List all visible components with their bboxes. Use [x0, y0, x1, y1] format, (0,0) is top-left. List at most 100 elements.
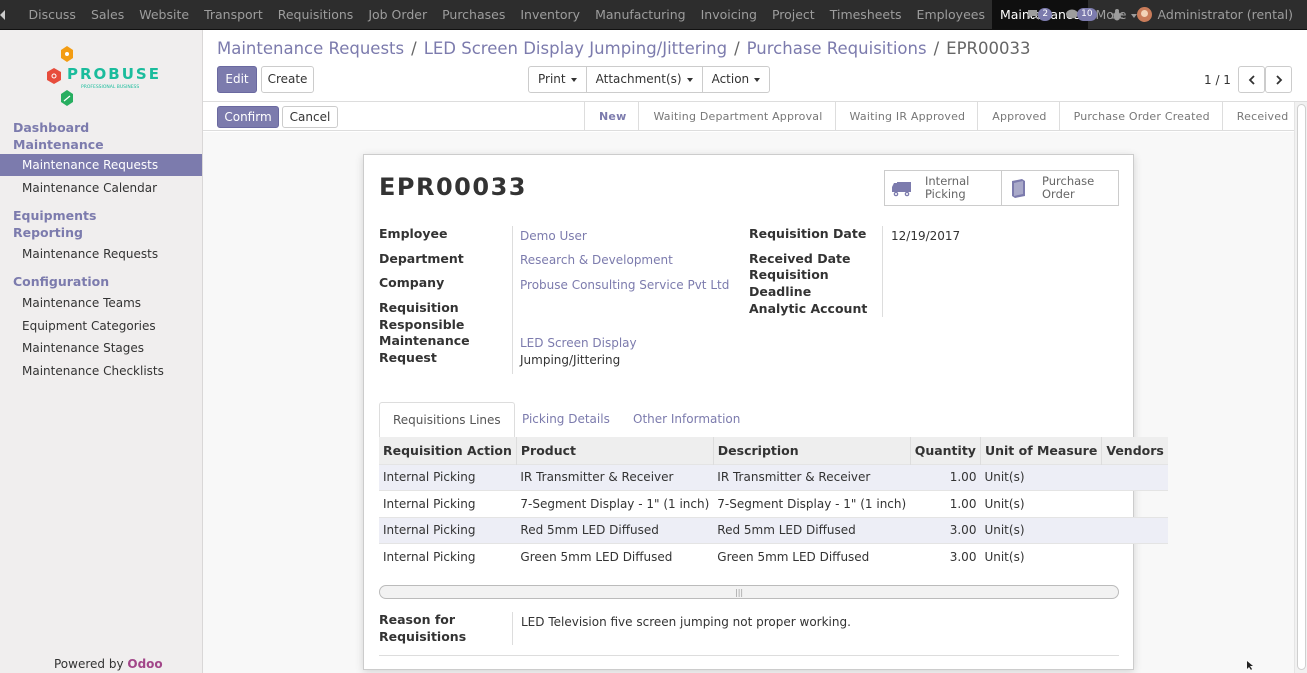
stage-pipeline: New Waiting Department Approval Waiting …	[584, 102, 1300, 131]
maintenance-request-label: Maintenance Request	[379, 333, 470, 366]
chat-button[interactable]: 2	[1027, 8, 1053, 21]
menu-invoicing[interactable]: Invoicing	[693, 0, 764, 29]
stage-approved[interactable]: Approved	[977, 102, 1058, 131]
debug-button[interactable]	[1110, 8, 1123, 21]
requisition-date-field[interactable]: 12/19/2017	[891, 228, 960, 245]
employee-field[interactable]: Demo User	[520, 228, 587, 245]
reason-label-line2: Requisitions	[379, 628, 467, 644]
vertical-scrollbar[interactable]	[1294, 102, 1307, 673]
chevron-down-icon	[754, 77, 761, 82]
action-label: Action	[711, 72, 750, 86]
field-divider	[512, 612, 513, 645]
menu-manufacturing[interactable]: Manufacturing	[588, 0, 694, 29]
menu-timesheets[interactable]: Timesheets	[822, 0, 909, 29]
scrollbar-thumb[interactable]	[1297, 104, 1306, 670]
breadcrumb-purchase-requisitions[interactable]: Purchase Requisitions	[747, 39, 927, 58]
menu-project[interactable]: Project	[764, 0, 822, 29]
activity-button[interactable]: 10	[1066, 8, 1097, 21]
odoo-link[interactable]: Odoo	[127, 657, 162, 671]
attachments-dropdown[interactable]: Attachment(s)	[587, 67, 703, 92]
create-button[interactable]: Create	[261, 66, 314, 93]
maintenance-request-field[interactable]: LED Screen Display Jumping/Jittering	[520, 335, 637, 369]
stage-new[interactable]: New	[584, 102, 638, 131]
sidebar-item-equipment-categories[interactable]: Equipment Categories	[0, 315, 202, 337]
column-vendors[interactable]: Vendors	[1101, 437, 1168, 464]
section-maintenance[interactable]: Maintenance	[13, 136, 104, 153]
breadcrumb-maintenance-requests[interactable]: Maintenance Requests	[217, 39, 404, 58]
tab-picking-details[interactable]: Picking Details	[509, 402, 623, 438]
form-sheet: EPR00033 Internal Picking Purchase Order E…	[363, 154, 1168, 670]
section-dashboard[interactable]: Dashboard	[13, 119, 89, 136]
sidebar-item-maintenance-teams[interactable]: Maintenance Teams	[0, 292, 202, 314]
confirm-button[interactable]: Confirm	[217, 106, 279, 128]
section-configuration[interactable]: Configuration	[13, 273, 109, 290]
company-label: Company	[379, 275, 445, 290]
action-dropdown[interactable]: Action	[703, 67, 770, 92]
table-row[interactable]: Internal Picking Green 5mm LED Diffused …	[379, 543, 1168, 570]
department-field[interactable]: Research & Development	[520, 252, 673, 269]
column-description[interactable]: Description	[713, 437, 911, 464]
internal-picking-button[interactable]: Internal Picking	[885, 171, 1002, 205]
edit-button[interactable]: Edit	[217, 66, 257, 93]
menu-requisitions[interactable]: Requisitions	[270, 0, 361, 29]
stage-waiting-ir-approved[interactable]: Waiting IR Approved	[834, 102, 978, 131]
cell-requisition-action: Internal Picking	[379, 463, 517, 491]
smart-buttons: Internal Picking Purchase Order	[884, 170, 1119, 206]
menu-transport[interactable]: Transport	[197, 0, 271, 29]
stage-waiting-department-approval[interactable]: Waiting Department Approval	[638, 102, 834, 131]
table-row[interactable]: Internal Picking Red 5mm LED Diffused Re…	[379, 516, 1168, 544]
logo-subtext: PROFESSIONAL BUSINESS	[81, 84, 139, 90]
reason-field[interactable]: LED Television five screen jumping not p…	[521, 614, 851, 631]
company-logo: PROBUSE PROFESSIONAL BUSINESS	[47, 46, 159, 106]
column-requisition-action[interactable]: Requisition Action	[379, 437, 517, 464]
menu-website[interactable]: Website	[132, 0, 197, 29]
chevron-right-icon	[1275, 75, 1282, 85]
requisition-deadline-label-line1: Requisition	[749, 267, 829, 282]
maintenance-request-label-line1: Maintenance	[379, 333, 470, 348]
pager-previous[interactable]	[1238, 66, 1265, 93]
horizontal-scrollbar[interactable]: |||	[379, 585, 1119, 599]
menu-discuss[interactable]: Discuss	[21, 0, 83, 29]
attachments-label: Attachment(s)	[595, 72, 682, 86]
column-unit-of-measure[interactable]: Unit of Measure	[980, 437, 1103, 464]
stage-purchase-order-created[interactable]: Purchase Order Created	[1058, 102, 1222, 131]
column-quantity[interactable]: Quantity	[910, 437, 981, 464]
maintenance-request-value-line2[interactable]: Jumping/Jittering	[520, 352, 637, 369]
avatar	[1136, 7, 1152, 22]
sidebar-item-maintenance-requests[interactable]: Maintenance Requests	[0, 154, 202, 176]
sidebar-item-maintenance-calendar[interactable]: Maintenance Calendar	[0, 177, 202, 199]
breadcrumb-separator: /	[411, 39, 417, 58]
chevron-left-icon	[1248, 75, 1255, 85]
sidebar-item-maintenance-stages[interactable]: Maintenance Stages	[0, 337, 202, 359]
column-product[interactable]: Product	[516, 437, 714, 464]
menu-employees[interactable]: Employees	[909, 0, 992, 29]
section-equipments[interactable]: Equipments	[13, 207, 96, 224]
menu-inventory[interactable]: Inventory	[513, 0, 588, 29]
sidebar-item-maintenance-checklists[interactable]: Maintenance Checklists	[0, 360, 202, 382]
company-field[interactable]: Probuse Consulting Service Pvt Ltd	[520, 277, 729, 294]
section-reporting[interactable]: Reporting	[13, 224, 83, 241]
cell-product: 7-Segment Display - 1" (1 inch)	[516, 490, 714, 517]
pager-next[interactable]	[1265, 66, 1292, 93]
breadcrumb-maintenance-request[interactable]: LED Screen Display Jumping/Jittering	[424, 39, 727, 58]
cell-product: Red 5mm LED Diffused	[516, 516, 714, 544]
print-label: Print	[538, 72, 566, 86]
table-row[interactable]: Internal Picking 7-Segment Display - 1" …	[379, 490, 1168, 517]
main-menu: Discuss Sales Website Transport Requisit…	[21, 0, 1145, 29]
tab-other-information[interactable]: Other Information	[620, 402, 753, 438]
print-dropdown[interactable]: Print	[529, 67, 587, 92]
maintenance-request-value-line1[interactable]: LED Screen Display	[520, 335, 637, 352]
purchase-order-button[interactable]: Purchase Order	[1002, 171, 1118, 205]
employee-label: Employee	[379, 226, 448, 241]
user-menu[interactable]: Administrator (rental)	[1136, 7, 1293, 22]
sidebar-item-reporting-requests[interactable]: Maintenance Requests	[0, 243, 202, 265]
activity-count-badge: 10	[1077, 8, 1097, 21]
collapse-arrow-icon[interactable]	[0, 10, 5, 20]
table-row[interactable]: Internal Picking IR Transmitter & Receiv…	[379, 463, 1168, 491]
menu-purchases[interactable]: Purchases	[435, 0, 513, 29]
stage-received[interactable]: Received	[1221, 102, 1301, 131]
tab-requisitions-lines[interactable]: Requisitions Lines	[379, 402, 515, 438]
cancel-button[interactable]: Cancel	[282, 106, 338, 128]
menu-sales[interactable]: Sales	[83, 0, 131, 29]
menu-job-order[interactable]: Job Order	[361, 0, 435, 29]
